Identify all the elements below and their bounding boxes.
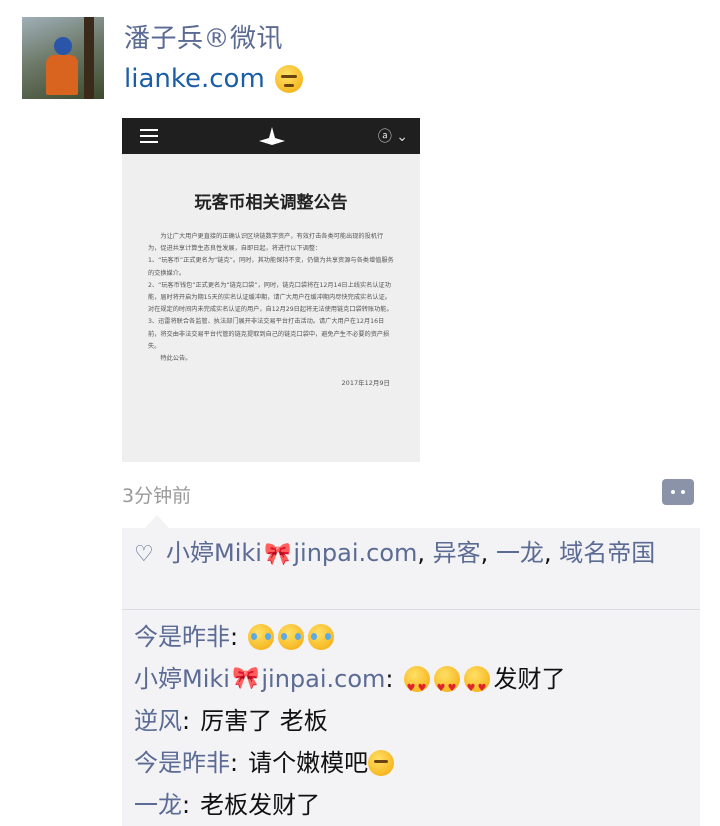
heart-eyes-icon bbox=[433, 666, 460, 710]
divider bbox=[122, 609, 700, 610]
notice-closing: 特此公告。 bbox=[160, 355, 192, 363]
comment-text: 厉害了 老板 bbox=[200, 707, 328, 735]
thinking-face-icon bbox=[274, 65, 303, 93]
like-user[interactable]: 域名帝国 bbox=[559, 539, 655, 567]
heart-eyes-icon bbox=[403, 666, 430, 710]
likes-comments-panel: ♡ 小婷Miki🎀jinpai.com, 异客, 一龙, 域名帝国 今是昨非: 小… bbox=[122, 528, 700, 826]
comment-item[interactable]: 今是昨非: 请个嫩模吧 bbox=[134, 742, 694, 784]
notice-item-2: 2、“玩客币钱包”正式更名为“链克口袋”，同时，链克口袋将在12月14日上线实名… bbox=[148, 281, 393, 314]
separator: , bbox=[417, 539, 433, 567]
heart-eyes-icon bbox=[463, 666, 490, 710]
ribbon-icon: 🎀 bbox=[263, 542, 292, 567]
tears-of-joy-icon bbox=[248, 624, 275, 650]
post-time: 3分钟前 bbox=[122, 485, 192, 507]
comment-action-button[interactable] bbox=[662, 479, 694, 505]
like-user[interactable]: 小婷Miki bbox=[166, 539, 262, 567]
notice-item-1: 1、“玩客币”正式更名为“链克”。同时，其功能保持不变，仍做为共享资源与各类增值… bbox=[148, 257, 394, 277]
comments-list: 今是昨非: 小婷Miki🎀jinpai.com: 发财了 逆风: 厉害了 老板 … bbox=[134, 616, 694, 826]
notice-intro: 为让广大用户更直接的正确认识区块链数字资产，有效打击各类可能出现的投机行为，促进… bbox=[148, 233, 384, 253]
notice-body: 为让广大用户更直接的正确认识区块链数字资产，有效打击各类可能出现的投机行为，促进… bbox=[122, 213, 420, 365]
like-user[interactable]: 一龙 bbox=[496, 539, 544, 567]
user-account-icon: ⓐ ⌄ bbox=[377, 129, 408, 145]
avatar-person-head bbox=[54, 37, 72, 55]
colon: : bbox=[182, 707, 191, 735]
colon: : bbox=[385, 665, 394, 693]
separator: , bbox=[480, 539, 496, 567]
like-user[interactable]: jinpai.com bbox=[293, 539, 417, 567]
separator: , bbox=[543, 539, 560, 567]
drooling-face-icon bbox=[368, 750, 395, 776]
like-user[interactable]: 异客 bbox=[433, 539, 481, 567]
comment-text: 老板发财了 bbox=[200, 791, 321, 819]
post-link[interactable]: lianke.com bbox=[124, 64, 265, 94]
commenter-name[interactable]: 小婷Miki bbox=[134, 658, 230, 700]
colon: : bbox=[230, 749, 239, 777]
tears-of-joy-icon bbox=[278, 624, 305, 650]
colon: : bbox=[182, 791, 191, 819]
comment-item[interactable]: 小婷Miki🎀jinpai.com: 发财了 bbox=[134, 658, 694, 710]
comment-item[interactable]: 今是昨非: bbox=[134, 616, 694, 658]
notice-date: 2017年12月9日 bbox=[341, 379, 390, 388]
commenter-name[interactable]: 逆风 bbox=[134, 700, 182, 742]
post-image[interactable]: ⓐ ⌄ 玩客币相关调整公告 为让广大用户更直接的正确认识区块链数字资产，有效打击… bbox=[122, 118, 420, 462]
image-top-bar: ⓐ ⌄ bbox=[122, 118, 420, 154]
avatar-person-body bbox=[46, 55, 78, 95]
author-avatar[interactable] bbox=[22, 17, 104, 99]
notice-item-3: 3、迅雷将联合各监管、执法部门展开非法交易平台打击活动。请广大用户在12月16日… bbox=[148, 318, 390, 350]
dot-icon bbox=[681, 490, 685, 494]
hamburger-menu-icon bbox=[140, 129, 158, 143]
comment-item[interactable]: 一龙: 老板发财了 bbox=[134, 784, 694, 826]
post-text: lianke.com bbox=[124, 64, 303, 94]
dot-icon bbox=[671, 490, 675, 494]
commenter-name[interactable]: 今是昨非 bbox=[134, 616, 230, 658]
likes-row: ♡ 小婷Miki🎀jinpai.com, 异客, 一龙, 域名帝国 bbox=[134, 536, 694, 572]
site-logo-icon bbox=[259, 127, 285, 145]
author-name[interactable]: 潘子兵®微讯 bbox=[124, 18, 283, 55]
commenter-name-suffix[interactable]: jinpai.com bbox=[261, 658, 385, 700]
tears-of-joy-icon bbox=[308, 624, 335, 650]
commenter-name[interactable]: 今是昨非 bbox=[134, 742, 230, 784]
comment-text: 请个嫩模吧 bbox=[248, 749, 369, 777]
notice-title: 玩客币相关调整公告 bbox=[194, 193, 348, 213]
commenter-name[interactable]: 一龙 bbox=[134, 784, 182, 826]
comment-text: 发财了 bbox=[493, 665, 566, 693]
bubble-arrow bbox=[144, 515, 170, 529]
colon: : bbox=[230, 623, 239, 651]
avatar-tree bbox=[84, 17, 94, 99]
heart-outline-icon: ♡ bbox=[134, 542, 154, 567]
ribbon-icon: 🎀 bbox=[231, 666, 260, 691]
